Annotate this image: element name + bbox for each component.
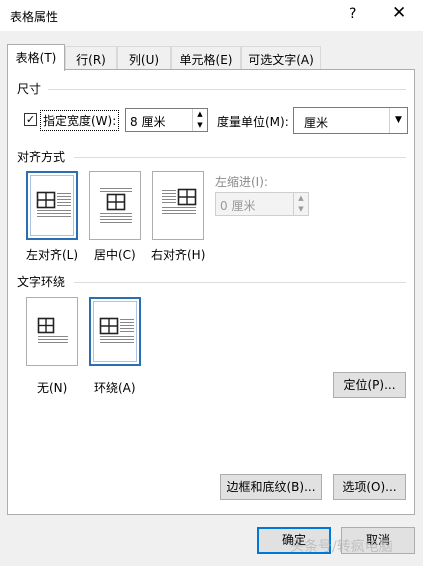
text-wrapping-section-label: 文字环绕 [17,275,66,289]
align-right-icon [162,188,197,214]
spinner-arrows-icon[interactable]: ▲ ▼ [293,193,308,215]
tab-row[interactable]: 行(R) [65,46,117,70]
indent-from-left-spinner[interactable]: 0 厘米 ▲ ▼ [215,192,309,216]
size-section-label: 尺寸 [17,82,42,96]
borders-shading-button[interactable]: 边框和底纹(B)... [220,474,322,500]
watermark-text: 头条号/转疯电脑 [290,539,393,555]
tab-cell[interactable]: 单元格(E) [171,46,241,70]
wrap-around-label: 环绕(A) [94,381,136,395]
tab-table[interactable]: 表格(T) [7,44,65,71]
alignment-separator [74,157,406,158]
indent-from-left-value: 0 厘米 [220,199,256,213]
align-center-option[interactable] [89,171,141,240]
help-icon[interactable]: ? [349,6,356,22]
chevron-down-icon[interactable]: ▼ [389,108,407,133]
spinner-arrows-icon[interactable]: ▲ ▼ [192,109,207,131]
alignment-section-label: 对齐方式 [17,150,66,164]
wrap-none-icon [37,317,68,343]
positioning-button[interactable]: 定位(P)... [333,372,406,398]
measure-in-value: 厘米 [304,116,329,130]
text-wrapping-separator [74,282,406,283]
align-right-label: 右对齐(H) [151,248,206,262]
align-center-label: 居中(C) [94,248,136,262]
preferred-width-label[interactable]: 指定宽度(W): [40,110,120,131]
wrap-around-option[interactable] [89,297,141,366]
close-icon[interactable]: ✕ [392,3,406,23]
preferred-width-value: 8 厘米 [130,115,166,129]
align-right-option[interactable] [152,171,204,240]
align-center-icon [100,188,132,223]
window-title: 表格属性 [10,10,59,24]
preferred-width-spinner[interactable]: 8 厘米 ▲ ▼ [125,108,208,132]
align-left-icon [36,191,71,217]
title-bar: 表格属性 ? ✕ [0,0,423,31]
indent-from-left-label: 左缩进(I): [215,175,268,189]
tab-column[interactable]: 列(U) [117,46,171,70]
tab-alt-text[interactable]: 可选文字(A) [241,46,321,70]
measure-in-select[interactable]: 厘米 ▼ [293,107,408,134]
wrap-none-option[interactable] [26,297,78,366]
measure-in-label: 度量单位(M): [217,115,289,129]
options-button[interactable]: 选项(O)... [333,474,406,500]
tab-panel-table: 尺寸 ✓ 指定宽度(W): 8 厘米 ▲ ▼ 度量单位(M): 厘米 ▼ 对齐方式 [7,69,415,515]
wrap-none-label: 无(N) [37,381,68,395]
wrap-around-icon [99,317,134,343]
align-left-option[interactable] [26,171,78,240]
preferred-width-checkbox[interactable]: ✓ [24,113,37,126]
align-left-label: 左对齐(L) [26,248,79,262]
size-separator [48,89,406,90]
